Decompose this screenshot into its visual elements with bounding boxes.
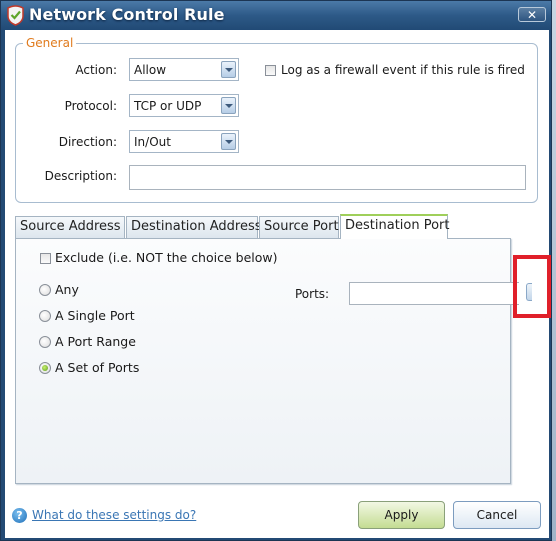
shield-app-icon	[7, 5, 24, 26]
general-group-legend: General	[23, 36, 77, 50]
ports-label: Ports:	[295, 287, 330, 301]
protocol-select[interactable]: TCP or UDP	[129, 94, 239, 117]
chevron-down-icon[interactable]	[221, 133, 236, 150]
action-label: Action:	[75, 63, 117, 77]
direction-select[interactable]: In/Out	[129, 130, 239, 153]
radio-set-of-ports-label: A Set of Ports	[55, 360, 140, 375]
exclude-label: Exclude (i.e. NOT the choice below)	[55, 250, 278, 265]
radio-any[interactable]	[39, 284, 51, 296]
radio-set-of-ports[interactable]	[39, 362, 51, 374]
ports-input[interactable]	[349, 282, 519, 305]
close-button[interactable]: ✕	[518, 7, 546, 22]
radio-single-port-label: A Single Port	[55, 308, 135, 323]
tab-destination-port[interactable]: Destination Port	[340, 214, 450, 239]
close-icon: ✕	[526, 8, 538, 22]
network-control-rule-dialog: Network Control Rule ✕ General Action: A…	[0, 0, 552, 541]
action-select[interactable]: Allow	[129, 58, 239, 81]
protocol-label: Protocol:	[64, 99, 117, 113]
title-bar[interactable]: Network Control Rule ✕	[1, 1, 551, 30]
radio-port-range[interactable]	[39, 336, 51, 348]
background-edge	[552, 0, 556, 541]
log-event-label: Log as a firewall event if this rule is …	[281, 63, 525, 77]
help-link[interactable]: What do these settings do?	[32, 508, 196, 522]
ports-edit-button[interactable]	[526, 283, 532, 301]
radio-any-label: Any	[55, 282, 79, 297]
log-event-checkbox[interactable]	[265, 65, 276, 76]
dialog-body: General Action: Allow Log as a firewall …	[5, 30, 549, 538]
chevron-down-icon[interactable]	[221, 97, 236, 114]
direction-value: In/Out	[134, 135, 171, 149]
action-value: Allow	[134, 63, 167, 77]
cancel-button[interactable]: Cancel	[453, 501, 541, 529]
chevron-down-icon[interactable]	[221, 61, 236, 78]
help-icon[interactable]: ?	[12, 508, 27, 523]
direction-label: Direction:	[58, 135, 117, 149]
apply-button[interactable]: Apply	[358, 501, 445, 529]
radio-port-range-label: A Port Range	[55, 334, 136, 349]
protocol-value: TCP or UDP	[134, 99, 202, 113]
tab-source-port[interactable]: Source Port	[259, 216, 339, 238]
description-input[interactable]	[129, 165, 526, 190]
exclude-checkbox[interactable]	[40, 253, 51, 264]
radio-single-port[interactable]	[39, 310, 51, 322]
description-label: Description:	[44, 169, 117, 183]
tab-source-address[interactable]: Source Address	[15, 216, 125, 238]
tab-destination-address[interactable]: Destination Address	[126, 216, 262, 238]
window-title: Network Control Rule	[29, 5, 225, 24]
